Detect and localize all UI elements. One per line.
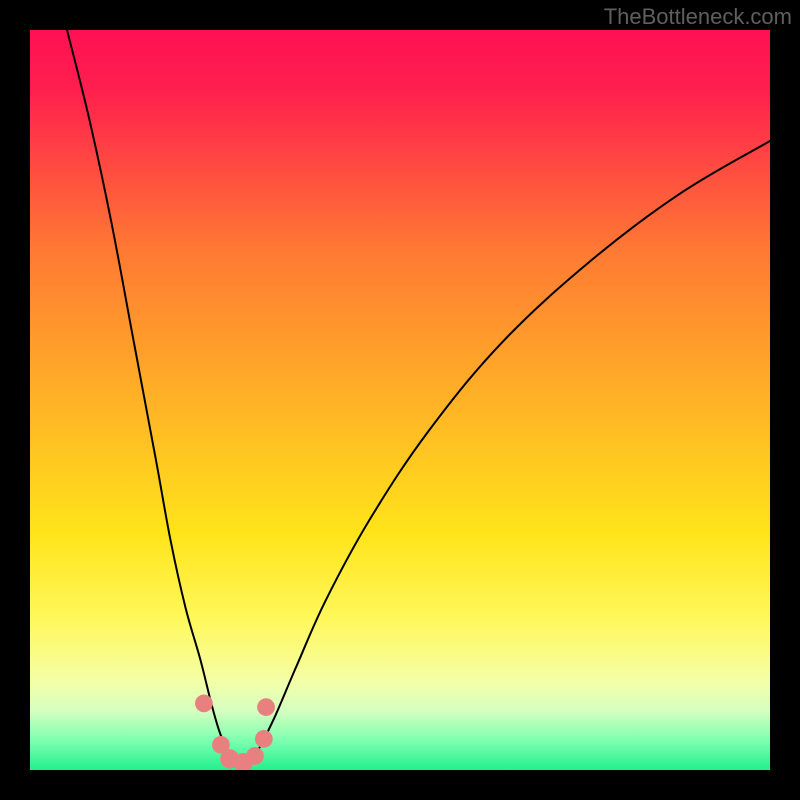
chart-gradient-background [30,30,770,770]
bottleneck-chart [30,30,770,770]
chart-marker [257,698,275,716]
chart-marker [195,695,213,713]
chart-marker [255,730,273,748]
watermark-label: TheBottleneck.com [604,4,792,30]
chart-frame: TheBottleneck.com [0,0,800,800]
chart-marker [246,747,264,765]
